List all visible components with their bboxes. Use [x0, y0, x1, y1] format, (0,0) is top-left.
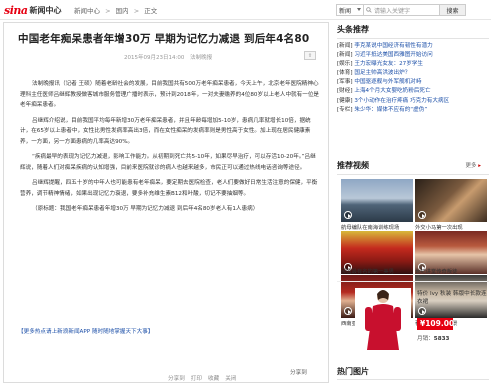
video-thumbnail[interactable] — [341, 179, 413, 222]
play-icon — [418, 211, 426, 219]
list-item[interactable]: [娱乐] 王力宏曝光女友：27岁学生 — [337, 60, 489, 69]
search-category-label: 新闻 — [339, 7, 352, 15]
list-item-text[interactable]: 王力宏曝光女友：27岁学生 — [354, 61, 423, 67]
hot-pictures-title: 热门图片 — [337, 366, 489, 380]
search-input[interactable]: 请输入关键字 — [364, 4, 440, 16]
share-icon[interactable]: ⇪ — [304, 51, 316, 60]
site-logo-text: 新闻中心 — [29, 5, 62, 15]
video-caption-row: 航母编队在南海训练现场 — [341, 222, 413, 231]
list-item-text[interactable]: 上海4个月大女婴吃奶粉后死亡 — [354, 88, 430, 94]
breadcrumb-item-article: 正文 — [144, 7, 158, 15]
list-item-tag: [财经] — [337, 88, 353, 95]
breadcrumb-item-news-center[interactable]: 新闻中心 — [74, 7, 100, 15]
top-bar: sina 新闻中心 新闻中心 > 国内 > 正文 新闻 请输入关键字 搜索 — [0, 0, 491, 20]
video-caption[interactable]: 民国最有名的第一美男 — [341, 267, 413, 275]
list-item-text[interactable]: 中国驱逐舰与外军舰机对峙 — [354, 79, 421, 85]
list-item-tag: [体育] — [337, 70, 353, 77]
article-source[interactable]: 法制晚报 — [190, 55, 212, 61]
list-item-tag: [新闻] — [337, 43, 353, 49]
breadcrumb-item-domestic[interactable]: 国内 — [116, 7, 129, 15]
article-paragraph: 吕继辉提醒，四五十岁的中年人也可能患有老年痴呆，要定期去医院检查，老人们要做好日… — [20, 180, 318, 197]
breadcrumb-separator: > — [105, 7, 111, 15]
recommended-videos-title: 推荐视频 更多 — [337, 160, 489, 175]
sina-logo-mark: sina — [4, 3, 28, 17]
list-item-tag: [军事] — [337, 79, 353, 86]
tool-share[interactable]: 分享到 — [168, 374, 185, 382]
search-icon — [366, 7, 372, 13]
list-item-text[interactable]: 朱少华：媒体不应有的“虚伪” — [354, 107, 427, 113]
list-item[interactable]: [体育] 国足主帅高洪波出炉？ — [337, 69, 489, 78]
tool-favorite[interactable]: 收藏 — [208, 374, 219, 382]
tool-close[interactable]: 关闭 — [225, 374, 236, 382]
headline-list: [新闻] 李克某说中国经济有韧性有潜力 [新闻] 习近平抵达美国西雅图开始访问 … — [337, 42, 489, 115]
list-item-tag: [娱乐] — [337, 61, 353, 68]
list-item-tag: [健康] — [337, 97, 353, 104]
sidebar: 头条推荐 [新闻] 李克某说中国经济有韧性有潜力 [新闻] 习近平抵达美国西雅图… — [337, 24, 489, 327]
share-to-label: 分享到 — [290, 370, 307, 376]
video-caption-row: 民国最有名的第一美男 — [341, 266, 413, 275]
tool-print[interactable]: 打印 — [191, 374, 202, 382]
dress-model-image — [365, 290, 401, 350]
product-price: ¥109.00 — [417, 318, 454, 330]
article-tools: 分享到 打印 收藏 关闭 — [168, 374, 236, 382]
list-item-text[interactable]: 3个小动作在治疗疼痛 巧克力有大病区 — [354, 98, 449, 104]
list-item-text[interactable]: 习近平抵达美国西雅图开始访问 — [354, 52, 432, 58]
product-sales-label: 月销： — [417, 336, 434, 342]
breadcrumb: 新闻中心 > 国内 > 正文 — [74, 5, 160, 15]
search-button[interactable]: 搜索 — [440, 4, 466, 16]
list-item[interactable]: [军事] 中国驱逐舰与外军舰机对峙 — [337, 78, 489, 87]
site-logo[interactable]: sina 新闻中心 — [4, 3, 62, 17]
article-meta: 2015年09月23日14:00 法制晚报 — [124, 53, 216, 61]
product-title[interactable]: 特价 Ivy 秋装 韩版中长款连衣裙 — [417, 290, 487, 306]
list-item[interactable]: [新闻] 李克某说中国经济有韧性有潜力 — [337, 42, 489, 51]
article-body: 法制晚报讯（记者 王硕）随着老龄社会的发展，目前我国共有500万老年痴呆患者，今… — [20, 79, 320, 220]
list-item[interactable]: [专栏] 朱少华：媒体不应有的“虚伪” — [337, 106, 489, 115]
video-caption-row: 外交小马第一次出现 — [415, 222, 487, 231]
article-paragraph: 吕继辉介绍说，目前我国平均每年新增30万老年痴呆患者，并且年龄每增加5-10岁，… — [20, 117, 311, 145]
recommended-videos-label: 推荐视频 — [337, 161, 369, 170]
product-image[interactable] — [355, 288, 411, 354]
video-thumbnail[interactable] — [415, 179, 487, 222]
search-placeholder: 请输入关键字 — [374, 7, 411, 15]
video-caption[interactable]: 航母编队在南海训练现场 — [341, 223, 413, 231]
play-icon — [344, 211, 352, 219]
list-item[interactable]: [财经] 上海4个月大女婴吃奶粉后死亡 — [337, 87, 489, 96]
list-item-text[interactable]: 国足主帅高洪波出炉？ — [354, 70, 410, 76]
search-bar: 新闻 请输入关键字 搜索 — [336, 4, 466, 16]
list-item-text[interactable]: 李克某说中国经济有韧性有潜力 — [354, 43, 432, 49]
chevron-down-icon — [357, 8, 361, 11]
article-paragraph: 法制晚报讯（记者 王硕）随着老龄社会的发展，目前我国共有500万老年痴呆患者，今… — [20, 81, 320, 108]
product-ad[interactable]: 特价 Ivy 秋装 韩版中长款连衣裙 ¥109.00 月销：5833 — [337, 281, 489, 361]
list-item-tag: [专栏] — [337, 106, 353, 113]
more-link[interactable]: 更多 — [465, 161, 481, 169]
headline-section-title: 头条推荐 — [337, 24, 489, 39]
video-caption-row: 世纪讲堂传奇叛徒 — [415, 266, 487, 275]
article-title: 中国老年痴呆患者年增30万 早期为记忆力减退 到后年4名80 — [18, 33, 310, 45]
product-sales: 月销：5833 — [417, 334, 449, 342]
video-caption[interactable]: 外交小马第一次出现 — [415, 223, 487, 231]
article-paragraph-original-title: （原标题：我国老年痴呆患者年增30万 早期为记忆力减退 到后年4名80岁老人有1… — [32, 206, 259, 212]
video-caption[interactable]: 世纪讲堂传奇叛徒 — [415, 267, 487, 275]
list-item-tag: [新闻] — [337, 52, 353, 59]
article-panel: 中国老年痴呆患者年增30万 早期为记忆力减退 到后年4名80 2015年09月2… — [3, 22, 329, 383]
product-sales-value: 5833 — [433, 336, 450, 342]
list-item[interactable]: [新闻] 习近平抵达美国西雅图开始访问 — [337, 51, 489, 60]
article-paragraph: “疾病最早的表现为记忆力减退，影响工作能力。从初期到死亡共5-10年，如果尽早治… — [20, 154, 316, 171]
article-date: 2015年09月23日14:00 — [124, 55, 185, 61]
breadcrumb-separator: > — [133, 7, 140, 15]
app-promo-link[interactable]: 【更多热点请上新浪新闻APP 随时随地掌握天下大事】 — [18, 327, 153, 335]
list-item[interactable]: [健康] 3个小动作在治疗疼痛 巧克力有大病区 — [337, 97, 489, 106]
search-category-select[interactable]: 新闻 — [336, 4, 364, 16]
